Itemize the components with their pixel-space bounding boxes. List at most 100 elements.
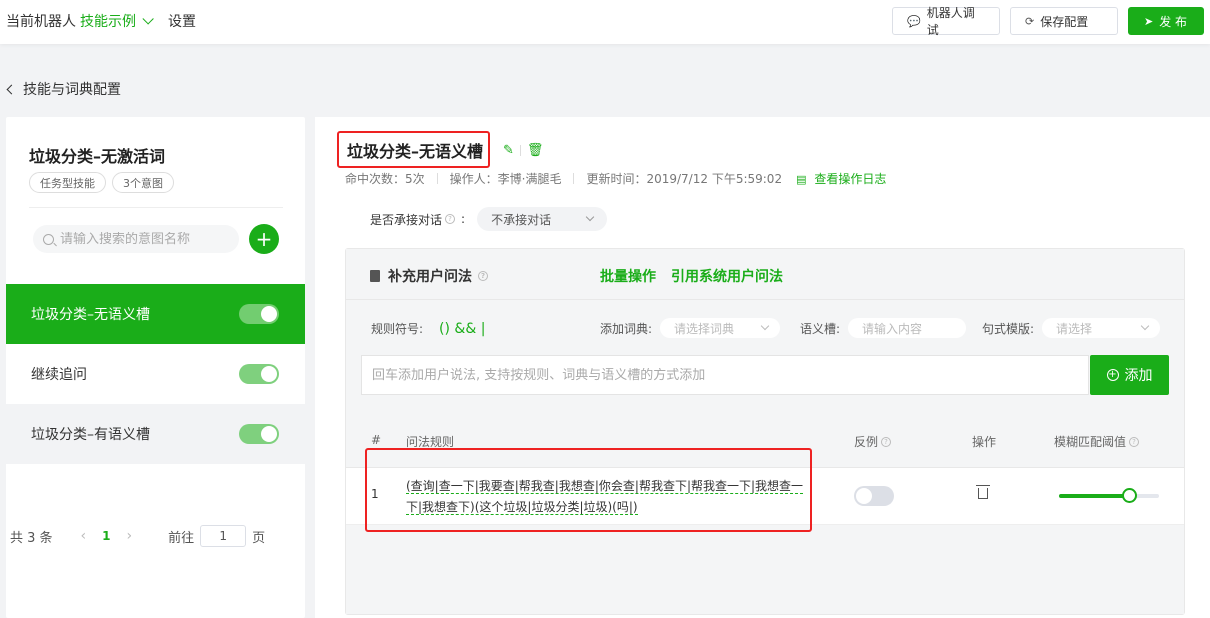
send-icon: ➤ bbox=[1144, 14, 1154, 28]
divider bbox=[29, 207, 283, 208]
context-select[interactable]: 不承接对话 bbox=[477, 207, 608, 231]
prev-page-icon[interactable]: ‹ bbox=[81, 528, 87, 544]
negative-toggle[interactable] bbox=[854, 486, 894, 506]
col-threshold: 模糊匹配阈值 ? bbox=[1054, 433, 1140, 450]
goto-label: 前往 bbox=[168, 530, 195, 546]
add-query-button[interactable]: + 添加 bbox=[1090, 355, 1169, 395]
col-threshold-label: 模糊匹配阈值 bbox=[1054, 435, 1127, 449]
template-label: 句式模版: bbox=[982, 321, 1035, 336]
query-input[interactable] bbox=[372, 367, 1072, 383]
colon: : bbox=[461, 212, 466, 226]
save-config-label: 保存配置 bbox=[1040, 14, 1089, 29]
template-group: 句式模版: 请选择 bbox=[982, 318, 1161, 338]
next-page-icon[interactable]: › bbox=[127, 528, 133, 544]
page-jump-input[interactable]: 1 bbox=[200, 525, 247, 547]
intent-enable-toggle[interactable] bbox=[239, 424, 279, 444]
chevron-down-icon bbox=[585, 212, 595, 222]
operator: 操作人：李博·满腿毛 bbox=[449, 172, 562, 186]
template-select[interactable]: 请选择 bbox=[1042, 318, 1161, 338]
slot-input[interactable]: 请输入内容 bbox=[848, 318, 967, 338]
slider-handle[interactable] bbox=[1122, 488, 1137, 503]
table-row: 1 (查询|查一下|我要查|帮我查|我想查|你会查|帮我查下|帮我查一下|我想查… bbox=[346, 448, 1184, 532]
save-config-button[interactable]: ⟳ 保存配置 bbox=[1010, 7, 1118, 35]
slot-input-placeholder: 请输入内容 bbox=[862, 321, 923, 336]
query-input-box bbox=[361, 355, 1089, 395]
hit-count: 命中次数：5次 bbox=[345, 172, 425, 186]
trash-icon[interactable] bbox=[976, 485, 990, 499]
current-page[interactable]: 1 bbox=[102, 529, 110, 543]
threshold-slider[interactable] bbox=[1059, 488, 1159, 503]
add-dict-label: 添加词典: bbox=[600, 321, 653, 336]
divider bbox=[436, 173, 438, 184]
edit-icon[interactable]: ✎ bbox=[503, 143, 514, 158]
intent-search-input[interactable] bbox=[60, 231, 230, 247]
chat-icon: 💬 bbox=[907, 14, 921, 28]
search-icon bbox=[43, 233, 54, 245]
skill-type-tag: 任务型技能 bbox=[29, 172, 106, 193]
card-title: 补充用户问法 bbox=[388, 269, 472, 285]
add-dict-group: 添加词典: 请选择词典 bbox=[600, 318, 781, 338]
pagination-total: 共 3 条 bbox=[10, 530, 53, 546]
back-link-label: 技能与词典配置 bbox=[23, 82, 121, 98]
intent-item-label: 继续追问 bbox=[31, 367, 87, 383]
help-icon: ? bbox=[1129, 436, 1140, 447]
card-header: 补充用户问法 ? 批量操作 引用系统用户问法 bbox=[346, 249, 1184, 300]
col-negative: 反例 ? bbox=[854, 433, 892, 450]
back-link[interactable]: 技能与词典配置 bbox=[6, 79, 121, 99]
intent-item-label: 垃圾分类–有语义槽 bbox=[31, 427, 150, 443]
batch-operation-link[interactable]: 批量操作 bbox=[600, 266, 656, 286]
context-setting: 是否承接对话 ? : 不承接对话 bbox=[370, 207, 608, 231]
skill-tags: 任务型技能 3个意图 bbox=[29, 172, 174, 193]
robot-selector: 当前机器人 技能示例 设置 bbox=[6, 11, 196, 31]
divider bbox=[573, 173, 575, 184]
slot-label: 语义槽: bbox=[800, 321, 841, 336]
delete-icon[interactable]: 🗑 bbox=[527, 143, 544, 158]
rule-highlight bbox=[365, 448, 812, 532]
skill-title: 垃圾分类–无激活词 bbox=[29, 147, 166, 166]
col-index: # bbox=[371, 433, 382, 447]
view-log-label: 查看操作日志 bbox=[814, 172, 887, 186]
robot-debug-button[interactable]: 💬 机器人调试 bbox=[892, 6, 1000, 37]
cite-system-query-link[interactable]: 引用系统用户问法 bbox=[671, 266, 783, 286]
intent-meta: 命中次数：5次 操作人：李博·满腿毛 更新时间：2019/7/12 下午5:59… bbox=[345, 170, 886, 187]
query-table: # 问法规则 反例 ? 操作 模糊匹配阈值 ? 1 (查询|查一下|我要查|帮我… bbox=[346, 416, 1184, 532]
intent-enable-toggle[interactable] bbox=[239, 364, 279, 384]
top-header: 当前机器人 技能示例 设置 💬 机器人调试 ⟳ 保存配置 ➤ 发 布 bbox=[0, 0, 1210, 44]
publish-button[interactable]: ➤ 发 布 bbox=[1128, 7, 1204, 35]
chevron-left-icon bbox=[6, 84, 17, 94]
help-icon: ? bbox=[881, 436, 892, 447]
dict-select[interactable]: 请选择词典 bbox=[660, 318, 781, 338]
refresh-icon: ⟳ bbox=[1025, 14, 1035, 28]
intent-item[interactable]: 继续追问 bbox=[6, 344, 305, 404]
page-suffix: 页 bbox=[252, 530, 266, 546]
divider bbox=[519, 145, 521, 156]
intent-enable-toggle[interactable] bbox=[239, 304, 279, 324]
book-icon bbox=[370, 270, 380, 282]
intent-count-tag: 3个意图 bbox=[112, 172, 174, 193]
intent-item[interactable]: 垃圾分类–有语义槽 bbox=[6, 404, 305, 464]
view-log-link[interactable]: ▤ 查看操作日志 bbox=[796, 170, 886, 187]
user-query-card: 补充用户问法 ? 批量操作 引用系统用户问法 规则符号: () && | 添加词… bbox=[345, 248, 1185, 615]
intent-item[interactable]: 垃圾分类–无语义槽 bbox=[6, 284, 305, 344]
update-time: 更新时间：2019/7/12 下午5:59:02 bbox=[586, 172, 783, 186]
add-intent-button[interactable]: + bbox=[249, 224, 279, 254]
context-label: 是否承接对话 bbox=[370, 212, 443, 227]
col-action: 操作 bbox=[972, 435, 997, 449]
intent-detail: 垃圾分类–无语义槽 ✎ 🗑 命中次数：5次 操作人：李博·满腿毛 更新时间：20… bbox=[315, 117, 1210, 618]
card-title-group: 补充用户问法 ? bbox=[370, 266, 488, 286]
rule-symbols-label: 规则符号: bbox=[371, 322, 424, 336]
help-icon: ? bbox=[478, 271, 488, 281]
slot-group: 语义槽: 请输入内容 bbox=[800, 318, 967, 338]
skill-dropdown[interactable]: 技能示例 bbox=[80, 11, 154, 31]
rule-symbols[interactable]: () && | bbox=[439, 321, 485, 337]
col-negative-label: 反例 bbox=[854, 435, 879, 449]
current-robot-label: 当前机器人 bbox=[6, 14, 76, 30]
chevron-down-icon bbox=[142, 13, 154, 25]
intent-item-label: 垃圾分类–无语义槽 bbox=[31, 307, 150, 323]
intent-search bbox=[33, 225, 239, 253]
rule-toolbar: 规则符号: () && | 添加词典: 请选择词典 语义槽: 请输入内容 句式模… bbox=[371, 318, 1171, 338]
dict-select-placeholder: 请选择词典 bbox=[674, 321, 735, 336]
settings-link[interactable]: 设置 bbox=[168, 11, 196, 31]
plus-icon: + bbox=[1106, 369, 1119, 381]
document-icon: ▤ bbox=[796, 173, 807, 186]
